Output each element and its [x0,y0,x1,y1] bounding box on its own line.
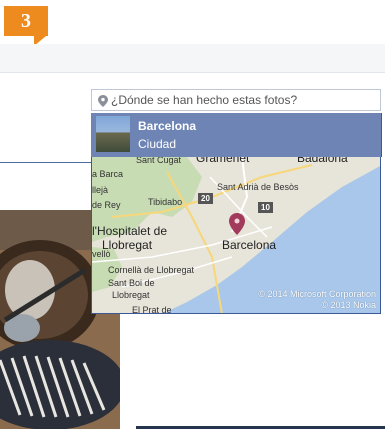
map-label: Sant Boi de [108,278,155,288]
map-label: Llobregat [112,290,150,300]
map-label: Cornellà de Llobregat [108,265,195,275]
map-label: a Barca [92,169,124,179]
location-map[interactable]: Sant Cugat Gramenet Badalona a Barca lle… [91,157,381,314]
suggestion-title: Barcelona [138,119,197,133]
map-label: Barcelona [222,238,277,252]
location-pin-icon [98,95,108,107]
divider-line [0,162,92,163]
location-search-box[interactable] [91,89,381,111]
map-label: vellò [92,249,111,259]
map-label: Sant Cugat [136,157,182,165]
map-label: de Rey [92,200,121,210]
map-copyright: © 2013 Nokia [321,300,376,310]
map-copyright: © 2014 Microsoft Corporation [258,289,376,299]
suggestion-item-barcelona[interactable]: Barcelona Ciudad [91,113,382,157]
location-search-input[interactable] [111,90,376,110]
step-number: 3 [21,10,31,32]
map-label: llejà [92,185,109,195]
map-label: El Prat de [132,305,172,314]
top-bar [0,44,385,73]
map-label: Tibidabo [148,197,183,207]
city-thumbnail [96,116,130,152]
map-label: Gramenet [196,157,250,165]
suggestion-subtitle: Ciudad [138,137,177,151]
road-badge: 20 [198,193,213,204]
map-label: Sant Adrià de Besòs [217,182,299,192]
road-badge: 10 [258,202,273,213]
step-number-badge: 3 [4,6,48,46]
map-label: l'Hospitalet de [92,224,167,238]
map-label: Badalona [297,157,348,165]
